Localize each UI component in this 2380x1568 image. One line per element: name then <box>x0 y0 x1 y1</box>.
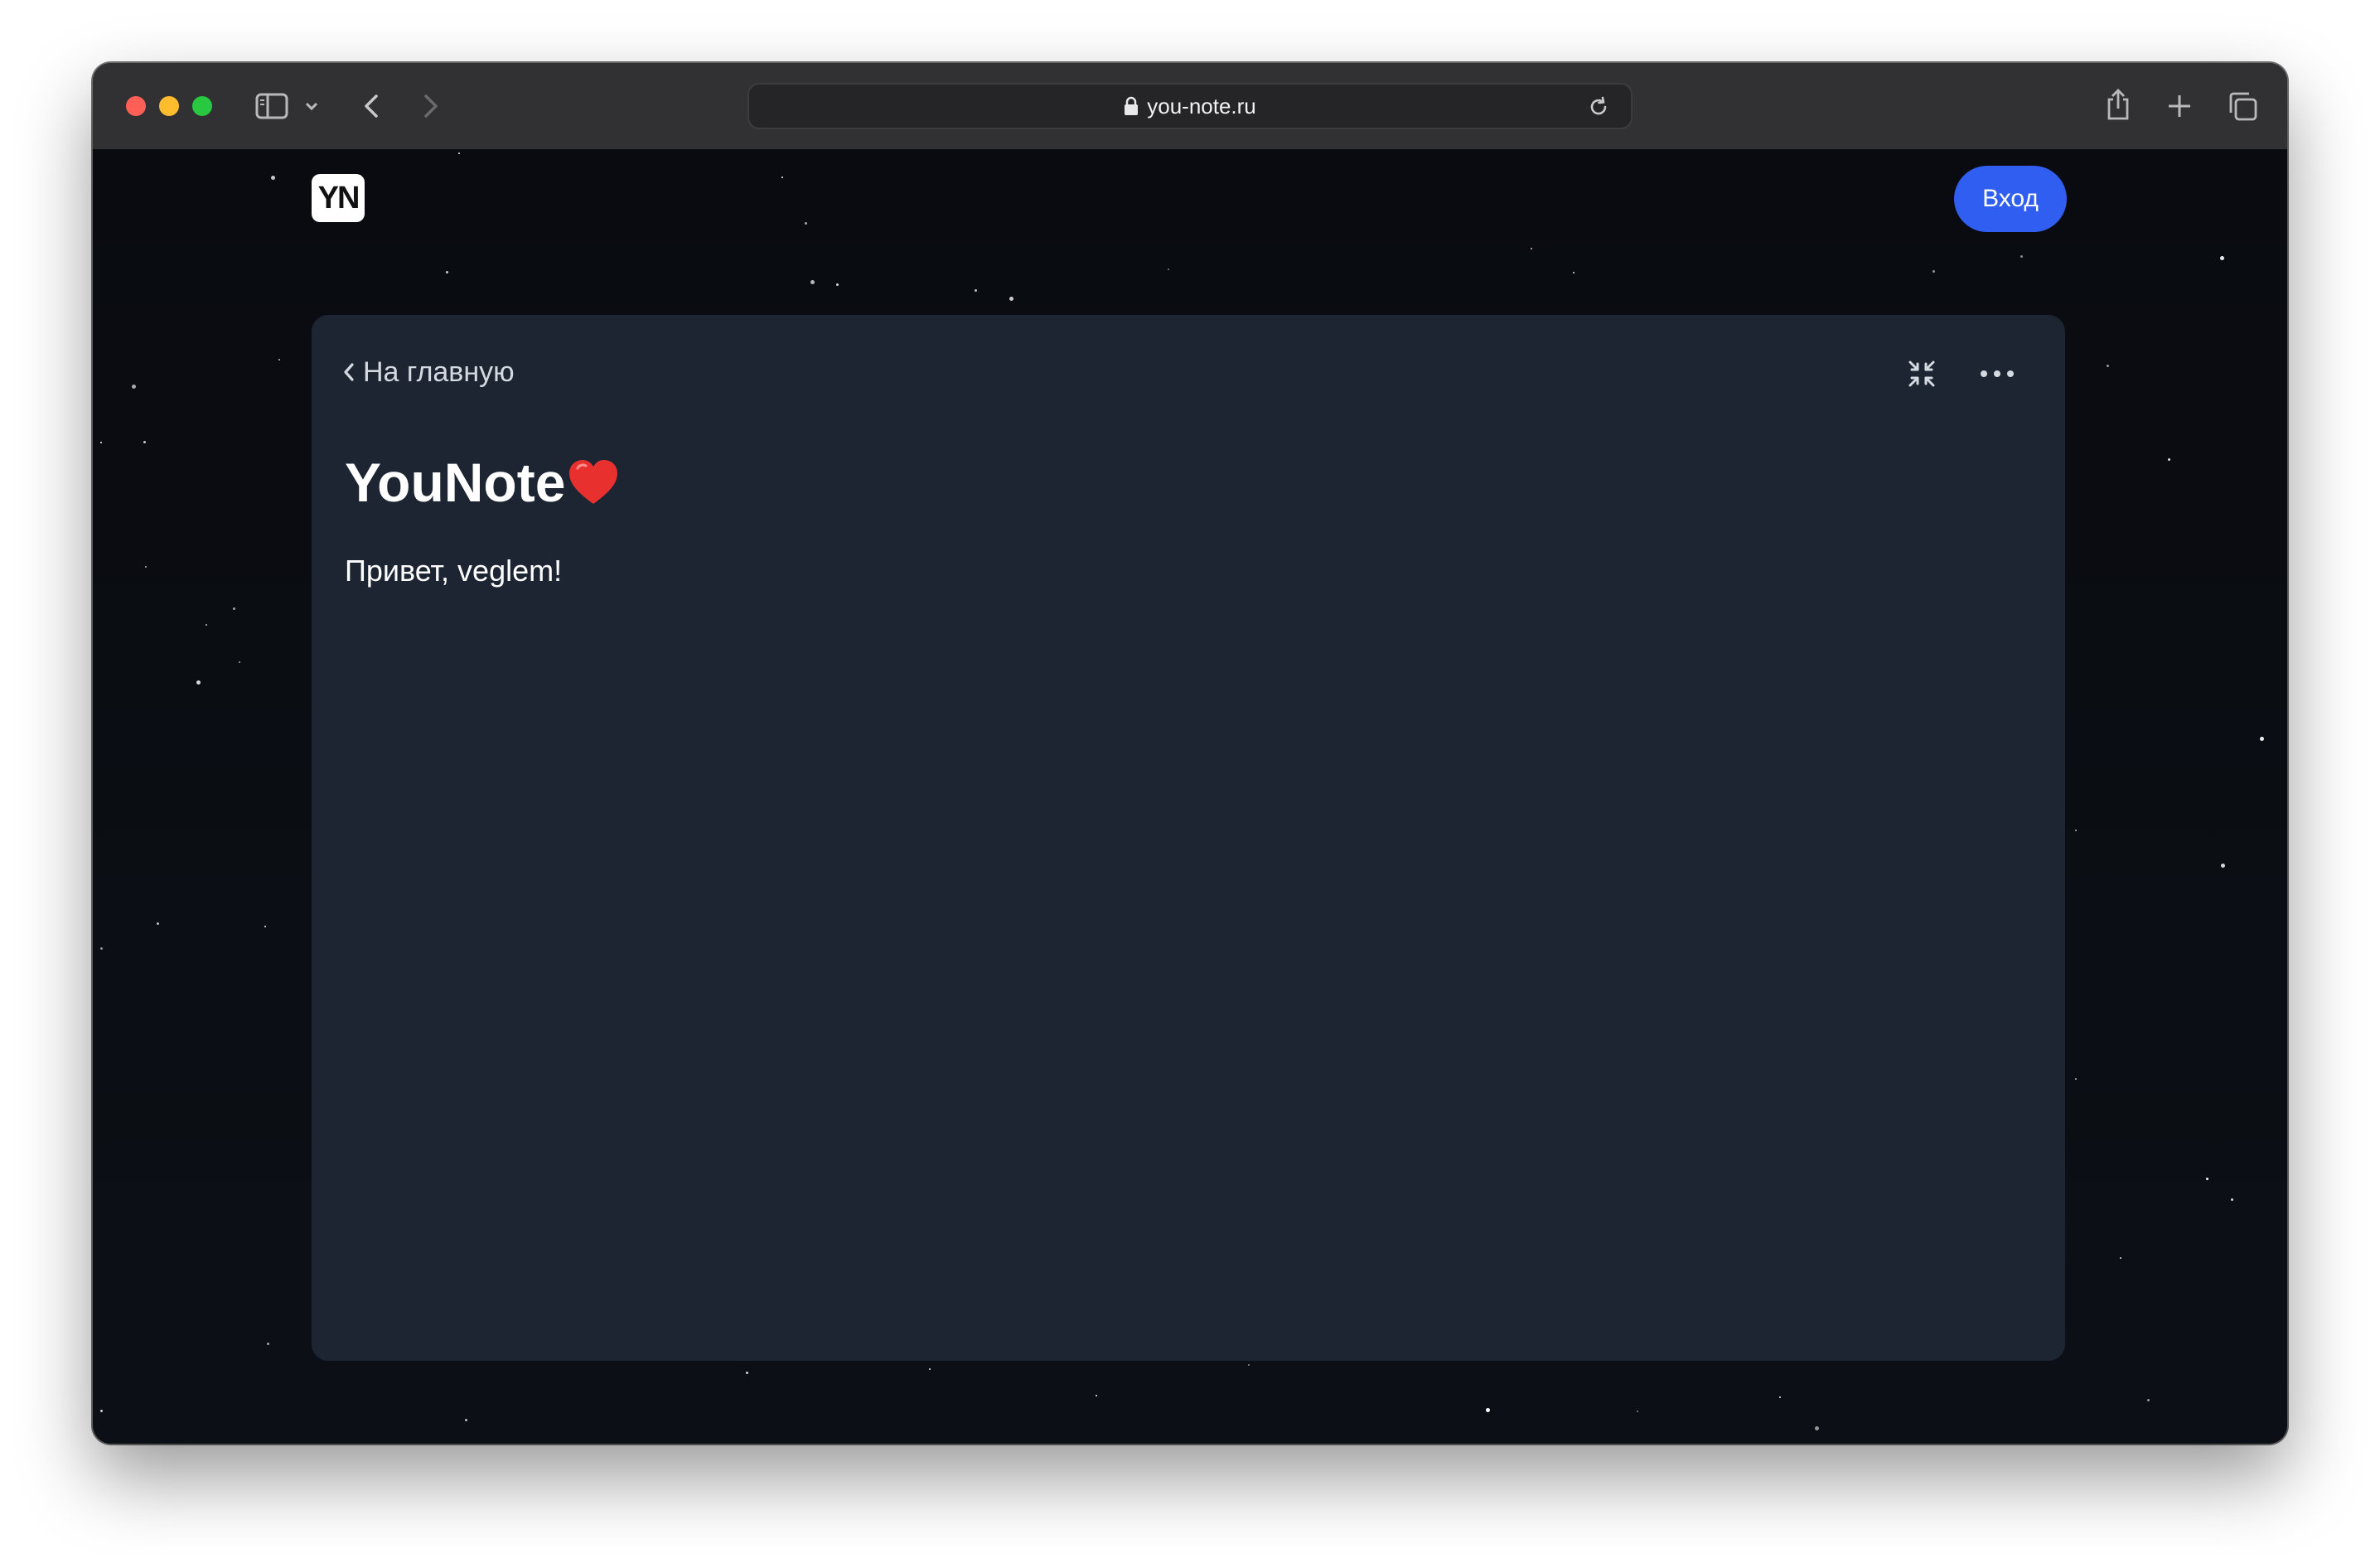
plus-icon[interactable] <box>2163 90 2196 123</box>
note-body[interactable]: Привет, veglem! <box>345 554 562 588</box>
star-dot <box>267 1343 269 1345</box>
star-dot <box>465 1419 467 1421</box>
star-dot <box>2221 864 2225 868</box>
back-to-home-link[interactable]: На главную <box>343 351 515 393</box>
star-dot <box>2260 737 2264 741</box>
star-dot <box>2075 830 2077 831</box>
tabs-overview-icon[interactable] <box>2224 88 2261 124</box>
star-dot <box>1009 297 1013 301</box>
url-text: you-note.ru <box>1147 93 1256 119</box>
page-content: YN Вход На главную YouNote Привет, vegle… <box>93 149 2287 1444</box>
star-dot <box>2075 1078 2077 1080</box>
star-dot <box>1779 1396 1781 1398</box>
star-dot <box>446 271 448 273</box>
sidebar-icon[interactable] <box>255 90 288 123</box>
star-dot <box>1248 1364 1250 1366</box>
close-window-button[interactable] <box>126 96 146 116</box>
star-dot <box>1531 248 1532 249</box>
browser-window: you-note.ru YN Вход На главную YouNote П… <box>93 63 2287 1444</box>
star-dot <box>239 661 240 663</box>
lock-icon <box>1124 96 1139 116</box>
forward-arrow-icon[interactable] <box>414 90 447 123</box>
star-dot <box>100 947 103 950</box>
more-icon[interactable] <box>1979 360 2015 388</box>
star-dot <box>1815 1426 1819 1430</box>
star-dot <box>1573 272 1575 273</box>
star-dot <box>100 442 102 443</box>
chevron-left-icon <box>343 362 355 382</box>
site-logo[interactable]: YN <box>312 174 365 222</box>
star-dot <box>805 222 807 225</box>
star-dot <box>264 926 266 927</box>
chevron-down-icon[interactable] <box>302 96 322 116</box>
note-title[interactable]: YouNote <box>345 451 620 514</box>
star-dot <box>1168 269 1169 270</box>
star-dot <box>1933 270 1935 273</box>
star-dot <box>278 359 280 361</box>
star-dot <box>145 566 147 568</box>
star-dot <box>233 607 235 610</box>
share-icon[interactable] <box>2102 86 2135 123</box>
reload-icon[interactable] <box>1586 94 1611 119</box>
star-dot <box>2020 255 2023 258</box>
maximize-window-button[interactable] <box>192 96 212 116</box>
star-dot <box>196 680 201 685</box>
star-dot <box>2147 1399 2150 1401</box>
star-dot <box>2206 1178 2208 1180</box>
browser-toolbar: you-note.ru <box>93 63 2287 151</box>
star-dot <box>1637 1411 1638 1412</box>
star-dot <box>1096 1395 1097 1396</box>
star-dot <box>2120 1257 2121 1259</box>
star-dot <box>157 922 159 925</box>
star-dot <box>1486 1408 1490 1412</box>
note-card: На главную YouNote Привет, veglem! <box>312 315 2065 1361</box>
star-dot <box>271 176 275 180</box>
star-dot <box>2231 1198 2233 1201</box>
star-dot <box>810 280 815 284</box>
collapse-icon[interactable] <box>1904 356 1939 391</box>
star-dot <box>836 283 839 286</box>
star-dot <box>2168 458 2170 461</box>
star-dot <box>132 385 136 389</box>
star-dot <box>2107 365 2109 367</box>
star-dot <box>929 1368 931 1370</box>
login-button[interactable]: Вход <box>1954 166 2067 232</box>
star-dot <box>206 624 207 626</box>
address-bar[interactable]: you-note.ru <box>747 83 1633 129</box>
minimize-window-button[interactable] <box>159 96 179 116</box>
star-dot <box>100 1410 103 1412</box>
star-dot <box>746 1372 748 1374</box>
heart-icon <box>567 457 620 507</box>
back-arrow-icon[interactable] <box>355 90 388 123</box>
star-dot <box>781 177 783 178</box>
star-dot <box>143 441 146 443</box>
star-dot <box>458 152 460 154</box>
note-title-text: YouNote <box>345 452 566 513</box>
star-dot <box>975 289 977 292</box>
star-dot <box>2220 256 2224 260</box>
back-link-label: На главную <box>363 356 515 388</box>
